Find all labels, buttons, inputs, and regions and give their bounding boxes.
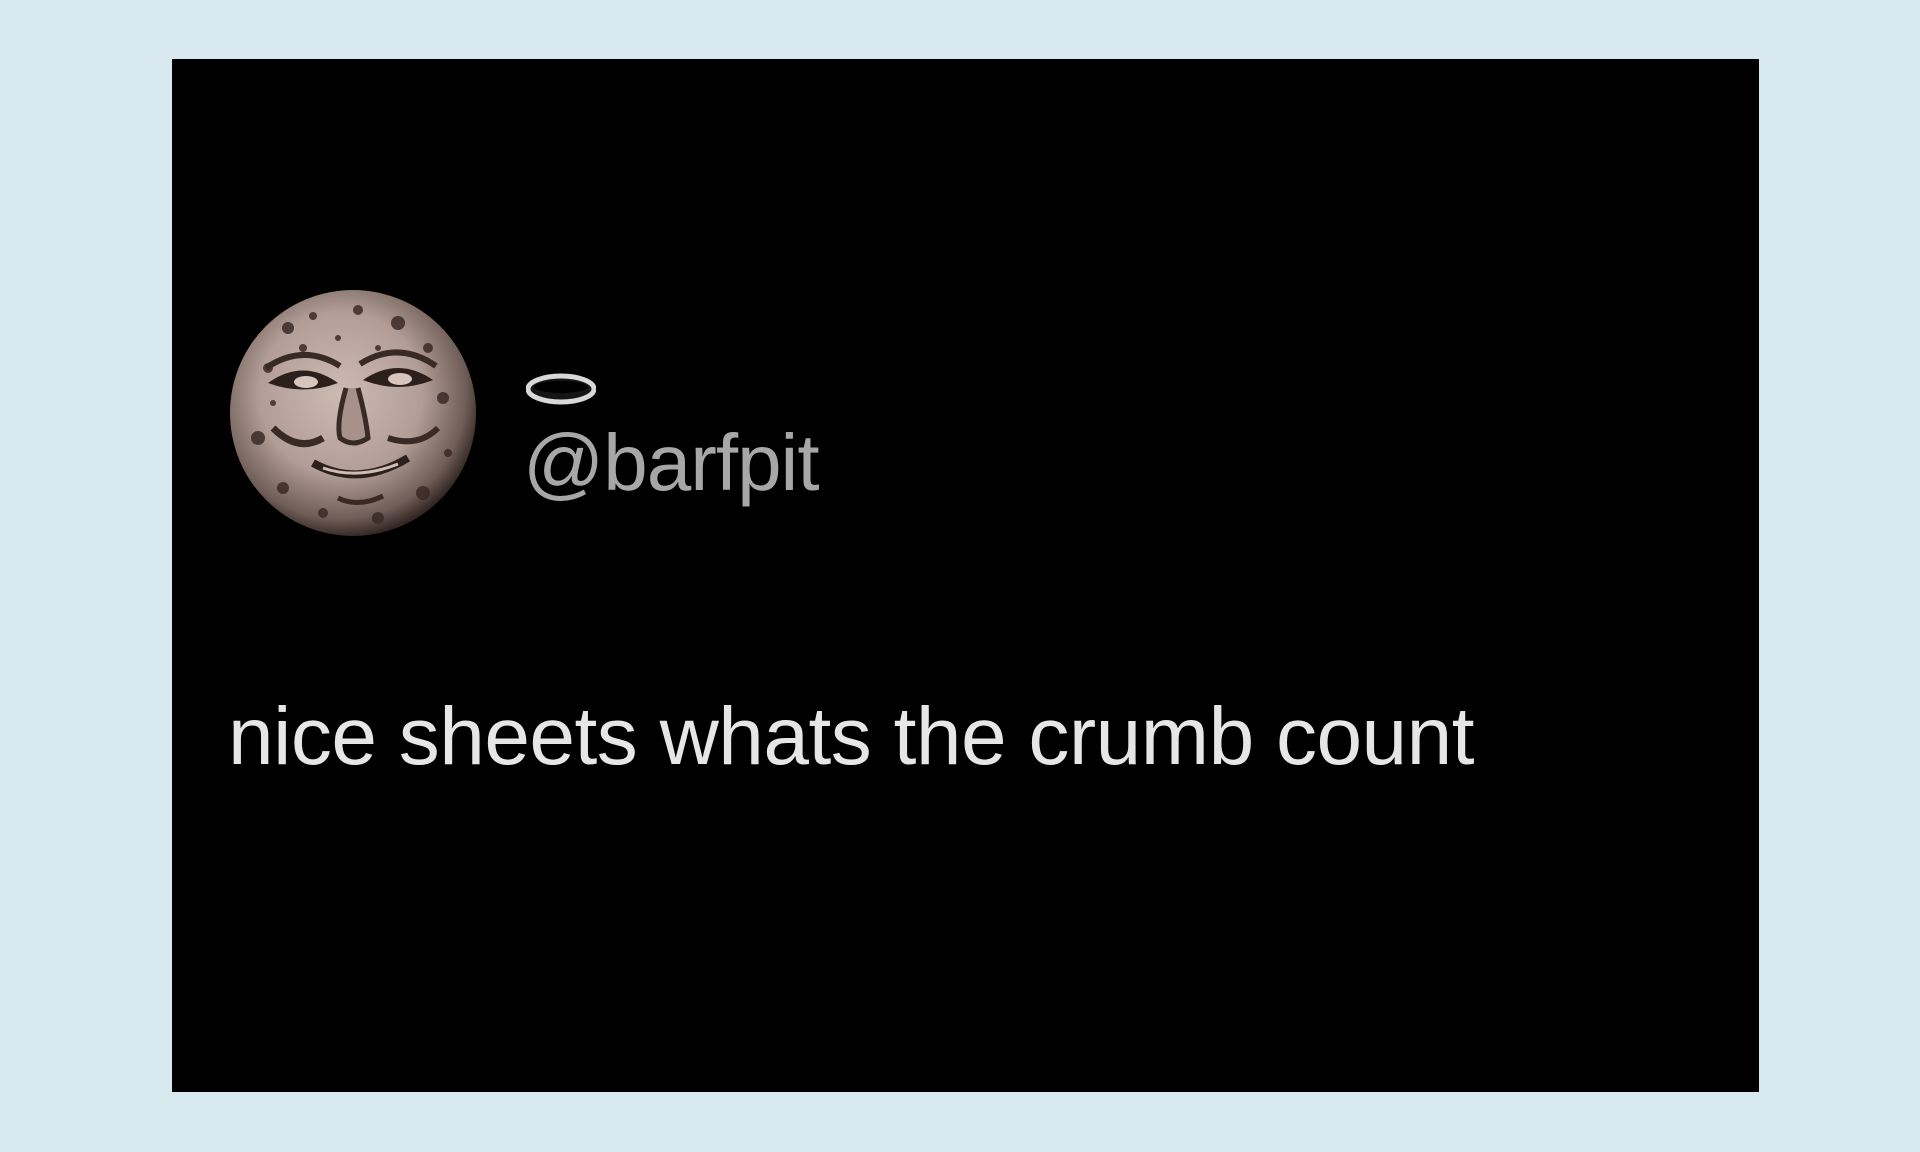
halo-icon — [526, 372, 596, 406]
tweet-card: @barfpit nice sheets whats the crumb cou… — [172, 59, 1759, 1092]
avatar[interactable] — [228, 288, 478, 538]
username-handle[interactable]: @barfpit — [523, 423, 820, 503]
tweet-text: nice sheets whats the crumb count — [228, 691, 1475, 782]
moon-face-icon — [230, 290, 476, 536]
